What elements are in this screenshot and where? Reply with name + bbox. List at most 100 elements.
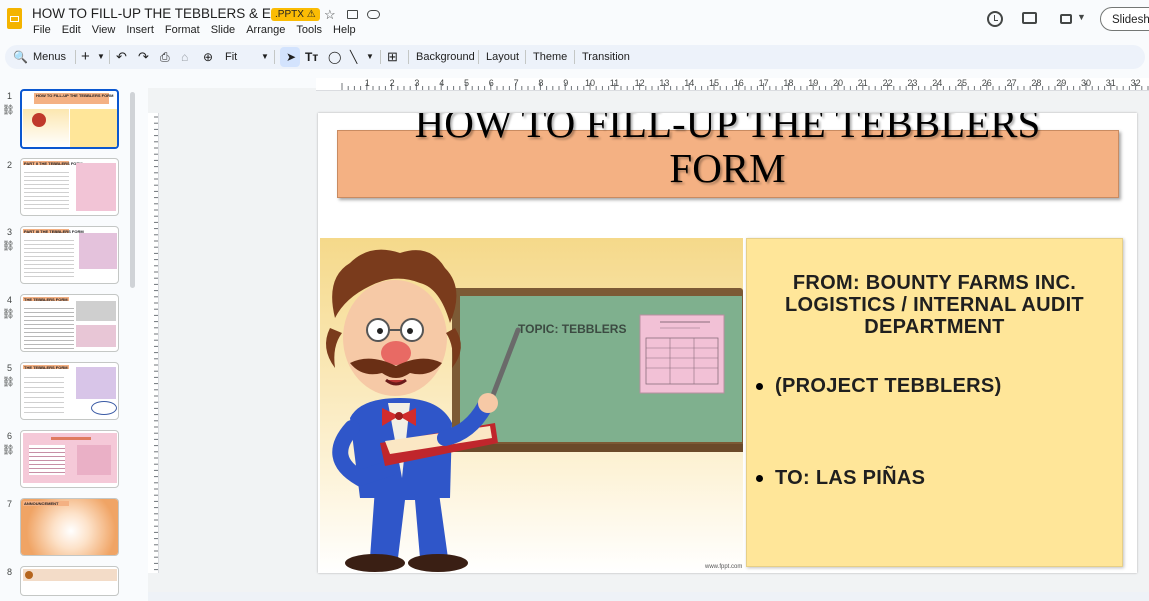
ruler-number: 6 [488,78,494,88]
ruler-number: 18 [783,78,794,88]
ruler-number: 19 [808,78,819,88]
thumbnail-title: THE TEBBLERS FORM [24,365,68,370]
thumbnail-title: PART III THE TEBBLERS FORM [24,229,84,234]
slides-logo-icon[interactable] [7,8,22,29]
toolbar: 🔍 Menus + ▼ ↶ ↷ ⎙ ⌂ ⊕ Fit ▼ ➤ Tт ◯ ╲ ▼ ⊞… [5,45,1145,69]
slide-title[interactable]: HOW TO FILL-UP THE TEBBLERS FORM [318,113,1137,191]
vertical-ruler[interactable] [148,113,159,573]
menu-slide[interactable]: Slide [211,24,235,36]
chevron-down-icon[interactable]: ▼ [261,45,269,69]
pptx-badge[interactable]: .PPTX ⚠ [271,8,320,21]
add-comment-icon[interactable]: ⊞ [387,45,398,69]
from-line: FROM: BOUNTY FARMS INC. [792,272,1077,294]
text-box-icon[interactable]: Tт [305,45,318,69]
speaker-notes-bar[interactable] [148,592,1149,601]
ruler-number: 13 [659,78,670,88]
version-history-icon[interactable] [987,11,1003,27]
chevron-down-icon[interactable]: ▼ [366,45,374,69]
slide-thumbnail-5[interactable]: THE TEBBLERS FORM [20,362,119,420]
theme-button[interactable]: Theme [533,45,567,69]
slideshow-button[interactable]: Slideshow [1100,7,1149,31]
layout-button[interactable]: Layout [486,45,519,69]
menu-bar: File Edit View Insert Format Slide Arran… [33,24,356,36]
paint-format-icon[interactable]: ⌂ [181,45,188,69]
slide-title-line: FORM [669,145,786,191]
ruler-number: 15 [709,78,720,88]
search-icon[interactable]: 🔍 [13,45,28,69]
ruler-number: 8 [538,78,544,88]
chevron-down-icon[interactable]: ▼ [97,45,105,69]
star-icon[interactable]: ☆ [324,7,336,23]
info-text-box[interactable]: FROM: BOUNTY FARMS INC. LOGISTICS / INTE… [746,238,1123,567]
menu-arrange[interactable]: Arrange [246,24,285,36]
slide-thumbnail-2[interactable]: PART II THE TEBBLERS FORM [20,158,119,216]
redo-icon[interactable]: ↷ [138,45,149,69]
slide-thumbnail-4[interactable]: THE TEBBLERS FORM [20,294,119,352]
ruler-number: 9 [563,78,569,88]
slide-canvas[interactable]: HOW TO FILL-UP THE TEBBLERS FORM TOPIC: … [318,113,1137,573]
menu-insert[interactable]: Insert [126,24,154,36]
menus-search[interactable]: Menus [33,45,66,69]
bullet-icon [756,475,763,483]
ruler-number: 7 [513,78,519,88]
teacher-illustration[interactable]: TOPIC: TEBBLERS www.fppt.com [320,238,743,573]
comments-icon[interactable] [1022,12,1037,24]
slide-number: 6 [7,431,13,441]
ruler-number: 5 [464,78,470,88]
bullet-text: (PROJECT TEBBLERS) [775,375,1002,397]
bullet-icon [756,383,763,391]
slide-number: 7 [7,499,13,509]
ruler-number: 28 [1031,78,1042,88]
from-line: DEPARTMENT [864,316,1005,338]
bullet-destination: TO: LAS PIÑAS [756,467,925,490]
ruler-number: 20 [833,78,844,88]
tebblers-form-image [639,314,725,394]
undo-icon[interactable]: ↶ [116,45,127,69]
link-icon: ⛓ [2,309,15,320]
thumbnail-title: THE TEBBLERS FORM [24,297,68,302]
horizontal-ruler[interactable]: 1 2 3 4 5 6 7 8 9 10 11 12 13 14 15 16 17 18 19 20 21 22 23 24 2… [316,78,1149,91]
transition-button[interactable]: Transition [582,45,630,69]
menu-format[interactable]: Format [165,24,200,36]
ruler-number: 31 [1105,78,1116,88]
ruler-number: 27 [1006,78,1017,88]
menu-view[interactable]: View [92,24,116,36]
chevron-down-icon[interactable]: ▼ [1077,12,1086,22]
ruler-number: 16 [733,78,744,88]
shape-icon[interactable]: ◯ [328,45,341,69]
slide-number: 2 [7,160,13,170]
bullet-project: (PROJECT TEBBLERS) [756,375,1002,398]
slide-number: 3 [7,227,13,237]
move-folder-icon[interactable] [347,10,358,19]
print-icon[interactable]: ⎙ [160,45,170,69]
menu-file[interactable]: File [33,24,51,36]
slide-thumbnail-7[interactable]: ANNOUNCEMENT [20,498,119,556]
from-text: FROM: BOUNTY FARMS INC. LOGISTICS / INTE… [747,272,1122,338]
bullet-text: TO: LAS PIÑAS [775,467,926,489]
menu-help[interactable]: Help [333,24,356,36]
filmstrip: 1 ⛓ HOW TO FILL-UP THE TEBBLERS FORM 2 P… [0,78,138,601]
new-slide-icon[interactable]: + [81,45,90,69]
background-button[interactable]: Background [416,45,475,69]
ruler-number: 32 [1130,78,1141,88]
zoom-select[interactable]: Fit [225,45,237,69]
meet-video-icon[interactable] [1060,14,1072,24]
zoom-icon[interactable]: ⊕ [203,45,213,69]
slide-thumbnail-8[interactable] [20,566,119,596]
line-icon[interactable]: ╲ [350,45,357,69]
ruler-number: 2 [389,78,395,88]
slide-title-line: HOW TO FILL-UP THE TEBBLERS [414,113,1041,146]
slide-thumbnail-6[interactable] [20,430,119,488]
menu-tools[interactable]: Tools [296,24,322,36]
slide-thumbnail-1[interactable]: HOW TO FILL-UP THE TEBBLERS FORM [20,89,119,149]
slide-thumbnail-3[interactable]: PART III THE TEBBLERS FORM [20,226,119,284]
ruler-number: 25 [957,78,968,88]
cloud-status-icon[interactable] [367,10,380,19]
ruler-number: 14 [684,78,695,88]
website-watermark: www.fppt.com [704,564,742,570]
ruler-number: 10 [585,78,596,88]
filmstrip-scrollbar[interactable] [130,92,135,288]
menu-edit[interactable]: Edit [62,24,81,36]
from-line: LOGISTICS / INTERNAL AUDIT [785,294,1084,316]
ruler-number: 30 [1081,78,1092,88]
